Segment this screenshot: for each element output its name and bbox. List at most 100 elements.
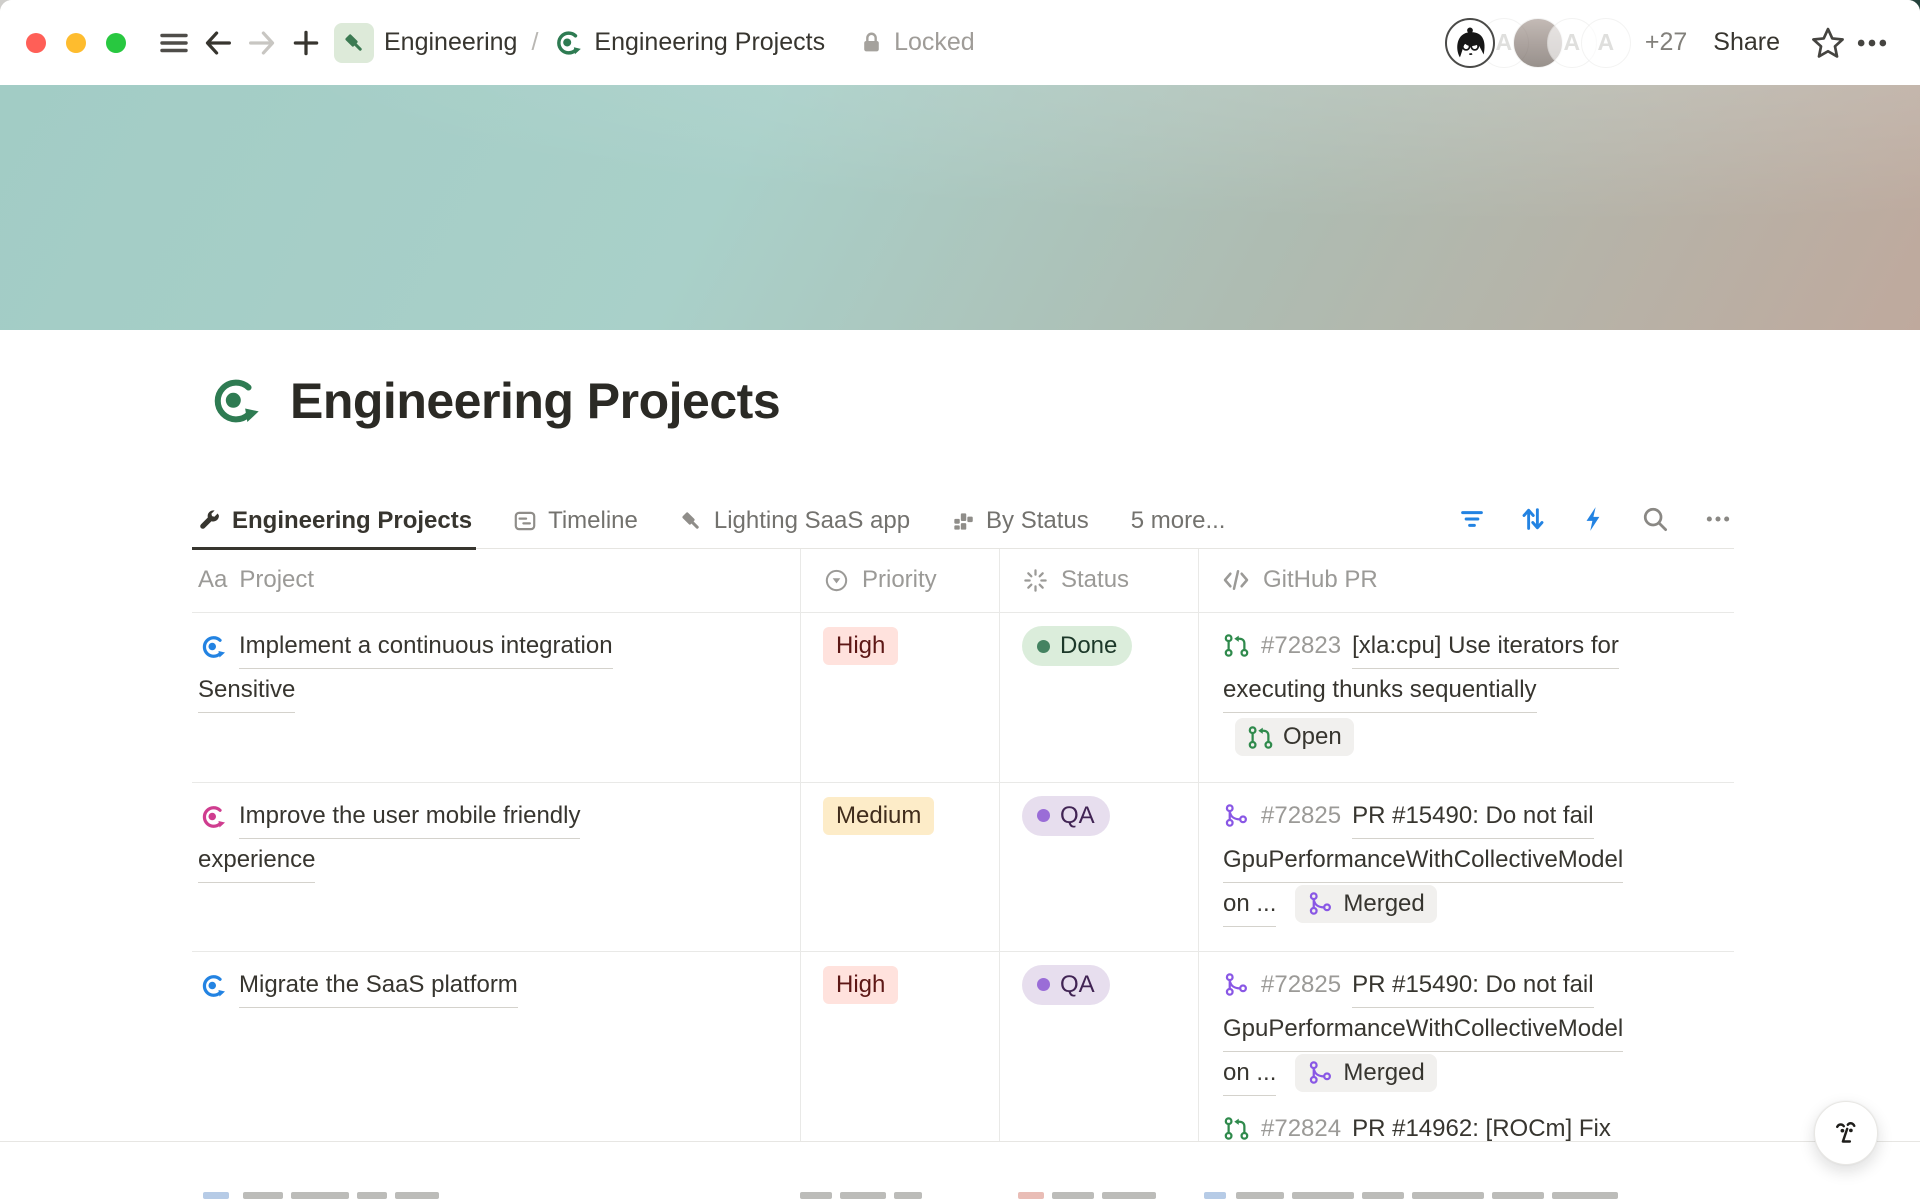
github-pr-cell[interactable]: #72825PR #15490: Do not failGpuPerforman… <box>1198 783 1734 951</box>
project-cell[interactable]: Migrate the SaaS platform <box>192 952 800 1142</box>
view-tab-engineering-projects[interactable]: Engineering Projects <box>192 507 476 550</box>
breadcrumb-parent-label[interactable]: Engineering <box>384 28 517 57</box>
page-title[interactable]: Engineering Projects <box>290 372 780 430</box>
pr-line: #72823 [xla:cpu] Use iterators for <box>1223 625 1718 669</box>
forward-button[interactable] <box>240 21 284 65</box>
pr-number: #72824 <box>1261 1108 1341 1142</box>
lock-icon <box>859 30 884 55</box>
pr-line: #72825PR #15490: Do not fail <box>1223 795 1718 839</box>
table-header-row: AaProject Priority Status GitHub PR <box>192 548 1734 613</box>
github-pr-cell[interactable]: #72823 [xla:cpu] Use iterators forexecuti… <box>1198 613 1734 782</box>
top-bar: Engineering / Engineering Projects Locke… <box>0 0 1920 85</box>
status-cell[interactable]: QA <box>999 783 1198 951</box>
more-views-button[interactable]: 5 more... <box>1131 507 1226 548</box>
search-icon[interactable] <box>1640 504 1670 534</box>
project-title-link[interactable]: Implement a continuous integration <box>239 625 613 669</box>
pr-merged-icon <box>1223 971 1250 998</box>
sort-icon[interactable] <box>1518 504 1548 534</box>
table-row: Migrate the SaaS platform High QA #72825PR … <box>192 952 1734 1142</box>
breadcrumb-current-label[interactable]: Engineering Projects <box>594 28 825 57</box>
notion-ai-button[interactable] <box>1814 1101 1878 1165</box>
priority-cell[interactable]: High <box>800 613 999 782</box>
column-header-status[interactable]: Status <box>999 548 1198 612</box>
pr-line: on ... Merged <box>1223 883 1718 927</box>
pr-title-link[interactable]: PR #15490: Do not fail <box>1352 795 1594 839</box>
pr-state-badge[interactable]: Merged <box>1295 1054 1436 1092</box>
automations-lightning-icon[interactable] <box>1580 505 1608 533</box>
pr-number: #72823 <box>1261 625 1341 667</box>
favorite-button[interactable] <box>1806 21 1850 65</box>
column-header-label: Project <box>239 566 314 594</box>
ai-face-icon <box>1828 1115 1864 1151</box>
project-title-link[interactable]: experience <box>198 839 315 883</box>
pr-state-label: Open <box>1283 723 1342 751</box>
page-icon-cycle[interactable] <box>206 372 264 430</box>
pr-state-label: Merged <box>1343 1052 1424 1094</box>
locked-label: Locked <box>894 28 975 57</box>
view-tab-lighting-saas-app[interactable]: Lighting SaaS app <box>674 507 914 548</box>
project-title-line: Sensitive <box>198 669 784 713</box>
view-tab-by-status[interactable]: By Status <box>946 507 1093 548</box>
project-title-link[interactable]: Sensitive <box>198 669 295 713</box>
pr-entry: #72825PR #15490: Do not failGpuPerforman… <box>1223 795 1718 927</box>
status-pill[interactable]: QA <box>1022 965 1110 1005</box>
pr-state-badge[interactable]: Merged <box>1295 885 1436 923</box>
pr-title-link[interactable]: [xla:cpu] Use iterators for <box>1352 625 1619 669</box>
status-dot <box>1037 978 1050 991</box>
status-label: Done <box>1060 632 1117 660</box>
pr-title-link[interactable]: GpuPerformanceWithCollectiveModel <box>1223 1008 1623 1052</box>
filter-icon[interactable] <box>1458 505 1486 533</box>
priority-cell[interactable]: High <box>800 952 999 1142</box>
project-cycle-icon <box>198 802 228 832</box>
status-cell[interactable]: Done <box>999 613 1198 782</box>
pr-state-badge[interactable]: Open <box>1235 718 1354 756</box>
project-cell[interactable]: Implement a continuous integrationSensit… <box>192 613 800 782</box>
collaborator-avatars[interactable]: A A A <box>1445 18 1631 68</box>
breadcrumb-parent-item[interactable] <box>334 23 374 63</box>
view-tab-timeline[interactable]: Timeline <box>508 507 642 548</box>
collaborator-overflow-count[interactable]: +27 <box>1645 28 1687 57</box>
close-window-button[interactable] <box>26 33 46 53</box>
column-header-github-pr[interactable]: GitHub PR <box>1198 548 1734 612</box>
minimize-window-button[interactable] <box>66 33 86 53</box>
back-button[interactable] <box>196 21 240 65</box>
zoom-window-button[interactable] <box>106 33 126 53</box>
pr-title-link[interactable]: PR #14962: [ROCm] Fix <box>1352 1108 1611 1142</box>
project-cell[interactable]: Improve the user mobile friendlyexperien… <box>192 783 800 951</box>
pr-title-link[interactable]: executing thunks sequentially <box>1223 669 1537 713</box>
column-header-label: Priority <box>862 566 937 594</box>
locked-indicator[interactable]: Locked <box>859 28 975 57</box>
share-button[interactable]: Share <box>1713 28 1780 57</box>
pr-title-link[interactable]: PR #15490: Do not fail <box>1352 964 1594 1008</box>
status-property-icon <box>1022 567 1049 594</box>
priority-tag[interactable]: High <box>823 627 898 665</box>
priority-cell[interactable]: Medium <box>800 783 999 951</box>
pr-title-link[interactable]: on ... <box>1223 883 1276 927</box>
status-pill[interactable]: QA <box>1022 796 1110 836</box>
project-title-line: Implement a continuous integration <box>198 625 784 669</box>
priority-tag[interactable]: Medium <box>823 797 934 835</box>
status-pill[interactable]: Done <box>1022 626 1132 666</box>
hammer-icon <box>678 508 704 534</box>
pr-title-link[interactable]: GpuPerformanceWithCollectiveModel <box>1223 839 1623 883</box>
select-property-icon <box>823 567 850 594</box>
status-cell[interactable]: QA <box>999 952 1198 1142</box>
view-options-ellipsis-icon[interactable] <box>1702 503 1734 535</box>
pr-line: GpuPerformanceWithCollectiveModel <box>1223 839 1718 883</box>
pr-merged-icon <box>1307 1059 1334 1086</box>
pr-title-link[interactable]: on ... <box>1223 1052 1276 1096</box>
column-header-label: GitHub PR <box>1263 566 1378 594</box>
window-controls <box>26 33 126 53</box>
priority-tag[interactable]: High <box>823 966 898 1004</box>
column-header-project[interactable]: AaProject <box>192 548 800 612</box>
sidebar-toggle-button[interactable] <box>152 21 196 65</box>
column-header-priority[interactable]: Priority <box>800 548 999 612</box>
project-title-link[interactable]: Migrate the SaaS platform <box>239 964 518 1008</box>
pr-line: executing thunks sequentially <box>1223 669 1718 713</box>
project-title-link[interactable]: Improve the user mobile friendly <box>239 795 580 839</box>
github-pr-cell[interactable]: #72825PR #15490: Do not failGpuPerforman… <box>1198 952 1734 1142</box>
more-options-button[interactable] <box>1850 21 1894 65</box>
new-page-button[interactable] <box>284 21 328 65</box>
avatar-letter: A <box>1564 29 1581 56</box>
projects-table: AaProject Priority Status GitHub PR Impleme… <box>192 548 1734 1141</box>
